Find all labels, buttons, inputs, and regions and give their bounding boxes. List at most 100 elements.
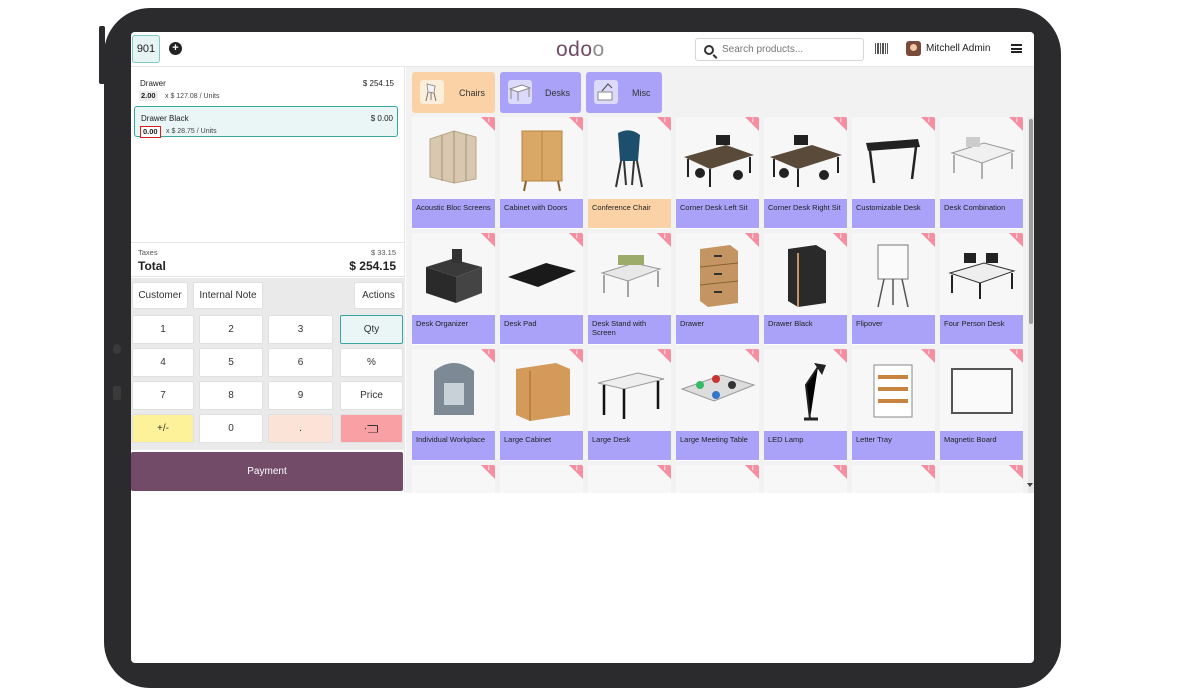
- product-card[interactable]: i: [940, 465, 1023, 493]
- info-icon[interactable]: i: [752, 234, 757, 240]
- user-name[interactable]: Mitchell Admin: [926, 43, 990, 54]
- info-icon[interactable]: i: [576, 118, 581, 124]
- logo-text: odo: [556, 38, 593, 61]
- payment-label: Payment: [247, 466, 287, 477]
- info-icon[interactable]: i: [840, 118, 845, 124]
- product-card[interactable]: i Large Cabinet: [500, 349, 583, 461]
- avatar[interactable]: [906, 41, 921, 56]
- product-card[interactable]: i Four Person Desk: [940, 233, 1023, 345]
- info-icon[interactable]: i: [576, 350, 581, 356]
- category-misc[interactable]: Misc: [586, 72, 662, 113]
- product-card[interactable]: i Corner Desk Right Sit: [764, 117, 847, 229]
- product-card[interactable]: i Cabinet with Doors: [500, 117, 583, 229]
- product-card[interactable]: i: [676, 465, 759, 493]
- info-icon[interactable]: i: [928, 350, 933, 356]
- numpad-sign-toggle[interactable]: +/-: [132, 414, 194, 443]
- product-card[interactable]: i LED Lamp: [764, 349, 847, 461]
- numpad-price-mode[interactable]: Price: [340, 381, 403, 410]
- info-icon[interactable]: i: [488, 350, 493, 356]
- numpad-key-3[interactable]: 3: [268, 315, 333, 344]
- product-card[interactable]: i Large Desk: [588, 349, 671, 461]
- numpad-key-0[interactable]: 0: [199, 414, 263, 443]
- product-card[interactable]: i Magnetic Board: [940, 349, 1023, 461]
- numpad-key-8[interactable]: 8: [199, 381, 263, 410]
- product-card[interactable]: i: [852, 465, 935, 493]
- internal-note-button[interactable]: Internal Note: [193, 282, 263, 309]
- info-icon[interactable]: i: [576, 466, 581, 472]
- numpad-key-6[interactable]: 6: [268, 348, 333, 377]
- category-label: Chairs: [459, 88, 486, 98]
- product-card[interactable]: i Individual Workplace: [412, 349, 495, 461]
- search-input[interactable]: Search products...: [695, 38, 864, 61]
- actions-button[interactable]: Actions: [354, 282, 403, 309]
- info-icon[interactable]: i: [488, 234, 493, 240]
- product-name: LED Lamp: [764, 431, 847, 460]
- numpad-key-1[interactable]: 1: [132, 315, 194, 344]
- product-card[interactable]: i Letter Tray: [852, 349, 935, 461]
- info-icon[interactable]: i: [664, 118, 669, 124]
- numpad-area: Customer Internal Note Actions 1 2 3 Qty…: [131, 278, 405, 450]
- info-icon[interactable]: i: [664, 350, 669, 356]
- info-icon[interactable]: i: [664, 234, 669, 240]
- product-card[interactable]: i Conference Chair: [588, 117, 671, 229]
- info-icon[interactable]: i: [576, 234, 581, 240]
- category-chairs[interactable]: Chairs: [412, 72, 495, 113]
- order-line-selected[interactable]: Drawer Black $ 0.00 0.00 x $ 28.75 / Uni…: [134, 106, 398, 138]
- info-icon[interactable]: i: [752, 350, 757, 356]
- product-name: Drawer Black: [764, 315, 847, 344]
- order-tab[interactable]: 901: [132, 35, 160, 63]
- info-icon[interactable]: i: [928, 466, 933, 472]
- hamburger-menu-icon[interactable]: [1011, 44, 1022, 53]
- numpad-key-label: 7: [160, 390, 166, 401]
- info-icon[interactable]: i: [664, 466, 669, 472]
- info-icon[interactable]: i: [752, 118, 757, 124]
- product-card[interactable]: i Flipover: [852, 233, 935, 345]
- numpad-discount-mode[interactable]: %: [340, 348, 403, 377]
- numpad-decimal-key[interactable]: .: [268, 414, 333, 443]
- barcode-icon[interactable]: [875, 43, 888, 54]
- product-card[interactable]: i Acoustic Bloc Screens: [412, 117, 495, 229]
- info-icon[interactable]: i: [840, 350, 845, 356]
- numpad-key-label: Price: [360, 390, 383, 401]
- product-card[interactable]: i Large Meeting Table: [676, 349, 759, 461]
- info-icon[interactable]: i: [928, 234, 933, 240]
- info-icon[interactable]: i: [1016, 350, 1021, 356]
- internal-note-label: Internal Note: [199, 290, 257, 301]
- customer-button[interactable]: Customer: [132, 282, 188, 309]
- product-card[interactable]: i Drawer Black: [764, 233, 847, 345]
- product-card[interactable]: i: [412, 465, 495, 493]
- product-card[interactable]: i Corner Desk Left Sit: [676, 117, 759, 229]
- product-card[interactable]: i Desk Combination: [940, 117, 1023, 229]
- numpad-key-7[interactable]: 7: [132, 381, 194, 410]
- info-icon[interactable]: i: [928, 118, 933, 124]
- numpad-key-5[interactable]: 5: [199, 348, 263, 377]
- add-order-icon[interactable]: +: [169, 42, 182, 55]
- info-icon[interactable]: i: [840, 234, 845, 240]
- product-card[interactable]: i: [764, 465, 847, 493]
- product-card[interactable]: i Desk Organizer: [412, 233, 495, 345]
- product-card[interactable]: i Customizable Desk: [852, 117, 935, 229]
- numpad-key-9[interactable]: 9: [268, 381, 333, 410]
- scrollbar-thumb[interactable]: [1029, 119, 1033, 324]
- product-card[interactable]: i Desk Pad: [500, 233, 583, 345]
- category-desks[interactable]: Desks: [500, 72, 581, 113]
- numpad-qty-mode[interactable]: Qty: [340, 315, 403, 344]
- numpad-key-4[interactable]: 4: [132, 348, 194, 377]
- search-icon: [704, 44, 714, 55]
- info-icon[interactable]: i: [1016, 466, 1021, 472]
- info-icon[interactable]: i: [488, 466, 493, 472]
- info-icon[interactable]: i: [1016, 234, 1021, 240]
- info-icon[interactable]: i: [840, 466, 845, 472]
- product-card[interactable]: i: [588, 465, 671, 493]
- numpad-key-2[interactable]: 2: [199, 315, 263, 344]
- info-icon[interactable]: i: [488, 118, 493, 124]
- payment-button[interactable]: Payment: [131, 452, 403, 491]
- product-card[interactable]: i Drawer: [676, 233, 759, 345]
- numpad-backspace[interactable]: [340, 414, 403, 443]
- info-icon[interactable]: i: [752, 466, 757, 472]
- product-card[interactable]: i: [500, 465, 583, 493]
- product-card[interactable]: i Desk Stand with Screen: [588, 233, 671, 345]
- info-icon[interactable]: i: [1016, 118, 1021, 124]
- scroll-down-arrow-icon[interactable]: [1027, 483, 1033, 487]
- order-line[interactable]: Drawer $ 254.15 2.00 x $ 127.08 / Units: [134, 72, 398, 103]
